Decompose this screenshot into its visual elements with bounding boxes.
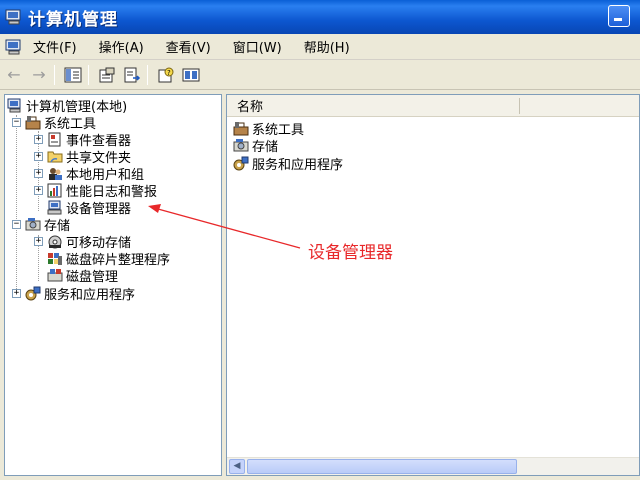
window-title: 计算机管理 <box>28 9 118 30</box>
column-header-name[interactable]: 名称 <box>227 95 639 117</box>
scroll-thumb[interactable] <box>247 459 517 474</box>
list-item[interactable]: 系统工具 <box>233 120 304 138</box>
details-pane[interactable]: 名称 系统工具 存储 服务和应用程序 ◀ <box>226 94 640 476</box>
toolbox-icon <box>233 121 249 136</box>
performance-icon <box>47 183 63 198</box>
defrag-icon <box>47 251 63 266</box>
content-area: 计算机管理(本地) − 系统工具 + 事件查看器 + 共享文件夹 + 本地用户和… <box>0 90 640 480</box>
menu-bar: 文件(F) 操作(A) 查看(V) 窗口(W) 帮助(H) <box>0 34 640 60</box>
tree-item-removable-storage[interactable]: + 可移动存储 <box>34 233 131 251</box>
annotation-callout: 设备管理器 <box>308 243 393 263</box>
horizontal-scrollbar[interactable]: ◀ <box>227 457 639 475</box>
tree-item-root[interactable]: 计算机管理(本地) <box>7 97 127 115</box>
menu-action[interactable]: 操作(A) <box>97 35 146 58</box>
device-manager-icon <box>47 200 63 215</box>
tree-item-system-tools[interactable]: − 系统工具 <box>12 114 96 132</box>
tree-item-label: 服务和应用程序 <box>44 288 136 303</box>
title-bar: 计算机管理 <box>0 0 640 34</box>
users-icon <box>47 166 63 181</box>
tree-item-defrag[interactable]: 磁盘碎片整理程序 <box>47 250 170 268</box>
mmc-icon[interactable] <box>180 64 202 86</box>
column-header-label: 名称 <box>237 100 264 115</box>
tree-item-disk-management[interactable]: 磁盘管理 <box>47 267 119 285</box>
collapse-toggle[interactable]: − <box>12 118 21 127</box>
services-icon <box>25 286 41 301</box>
tree-guide-line <box>16 115 17 297</box>
menu-file[interactable]: 文件(F) <box>31 35 79 58</box>
toolbar: ← → ? <box>0 60 640 90</box>
removable-storage-icon <box>47 234 63 249</box>
minimize-button[interactable] <box>608 5 630 27</box>
help-icon[interactable]: ? <box>155 64 177 86</box>
tree-item-label: 设备管理器 <box>66 202 132 217</box>
services-icon <box>233 156 249 171</box>
storage-icon <box>233 138 249 153</box>
tree-item-services-apps[interactable]: + 服务和应用程序 <box>12 285 136 303</box>
tree-item-label: 磁盘管理 <box>66 270 119 285</box>
menu-help[interactable]: 帮助(H) <box>302 35 352 58</box>
computer-management-icon <box>5 9 23 25</box>
system-menu-icon[interactable] <box>5 39 23 55</box>
list-item-label: 服务和应用程序 <box>252 158 344 173</box>
toolbar-separator <box>54 64 55 85</box>
tree-item-device-manager[interactable]: 设备管理器 <box>47 199 132 217</box>
show-hide-tree-icon[interactable] <box>62 64 84 86</box>
expand-toggle[interactable]: + <box>34 169 43 178</box>
tree-item-local-users[interactable]: + 本地用户和组 <box>34 165 144 183</box>
shared-folder-icon <box>47 149 63 164</box>
list-item-label: 存储 <box>252 140 279 155</box>
tree-item-perf-logs[interactable]: + 性能日志和警报 <box>34 182 157 200</box>
tree-item-storage[interactable]: − 存储 <box>12 216 70 234</box>
expand-toggle[interactable]: + <box>34 152 43 161</box>
toolbar-separator <box>147 64 148 85</box>
expand-toggle[interactable]: + <box>12 289 21 298</box>
expand-toggle[interactable]: + <box>34 186 43 195</box>
expand-toggle[interactable]: + <box>34 237 43 246</box>
expand-toggle[interactable]: + <box>34 135 43 144</box>
list-item[interactable]: 存储 <box>233 137 279 155</box>
storage-icon <box>25 217 41 232</box>
column-divider[interactable] <box>519 98 520 114</box>
event-viewer-icon <box>47 132 63 147</box>
toolbox-icon <box>25 115 41 130</box>
collapse-toggle[interactable]: − <box>12 220 21 229</box>
export-icon[interactable] <box>121 64 143 86</box>
console-tree[interactable]: 计算机管理(本地) − 系统工具 + 事件查看器 + 共享文件夹 + 本地用户和… <box>4 94 222 476</box>
svg-text:?: ? <box>167 69 171 77</box>
computer-icon <box>7 98 23 113</box>
tree-item-shared-folders[interactable]: + 共享文件夹 <box>34 148 131 166</box>
properties-icon[interactable] <box>96 64 118 86</box>
toolbar-separator <box>88 64 89 85</box>
menu-window[interactable]: 窗口(W) <box>231 35 284 58</box>
list-item[interactable]: 服务和应用程序 <box>233 155 344 173</box>
menu-view[interactable]: 查看(V) <box>164 35 213 58</box>
back-arrow-icon[interactable]: ← <box>3 64 25 86</box>
scroll-left-button[interactable]: ◀ <box>229 459 245 474</box>
disk-management-icon <box>47 268 63 283</box>
forward-arrow-icon[interactable]: → <box>28 64 50 86</box>
tree-item-event-viewer[interactable]: + 事件查看器 <box>34 131 131 149</box>
